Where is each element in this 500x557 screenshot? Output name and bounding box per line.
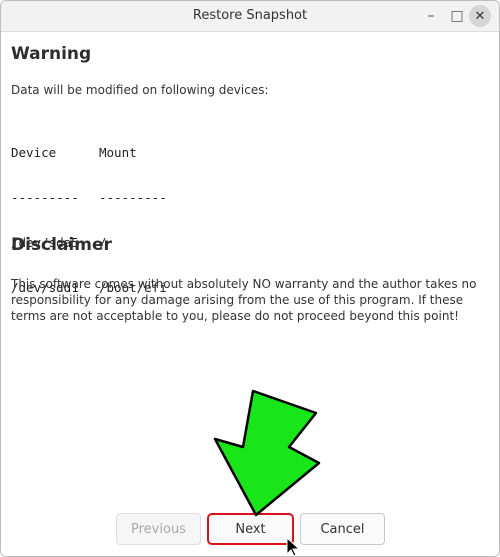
restore-snapshot-dialog: Restore Snapshot – □ ✕ Warning Data will…: [0, 0, 500, 557]
separator-mount: ---------: [99, 190, 167, 205]
disclaimer-text: This software comes without absolutely N…: [11, 277, 477, 323]
disclaimer-heading: Disclaimer: [11, 235, 112, 255]
device-table-separator: --------- ---------: [11, 190, 167, 205]
device-table-header: Device Mount: [11, 145, 167, 160]
titlebar: Restore Snapshot – □ ✕: [1, 1, 499, 32]
device-column-header: Device: [11, 145, 57, 160]
minimize-icon[interactable]: –: [421, 6, 441, 26]
separator-device: ---------: [11, 190, 79, 205]
warning-heading: Warning: [11, 44, 92, 64]
close-icon[interactable]: ✕: [469, 5, 491, 27]
mouse-cursor-icon: [286, 537, 301, 556]
green-arrow-annotation-icon: [213, 389, 321, 517]
maximize-icon[interactable]: □: [447, 6, 467, 26]
mount-column-header: Mount: [99, 145, 137, 160]
warning-text: Data will be modified on following devic…: [11, 83, 269, 97]
previous-button[interactable]: Previous: [116, 513, 201, 545]
